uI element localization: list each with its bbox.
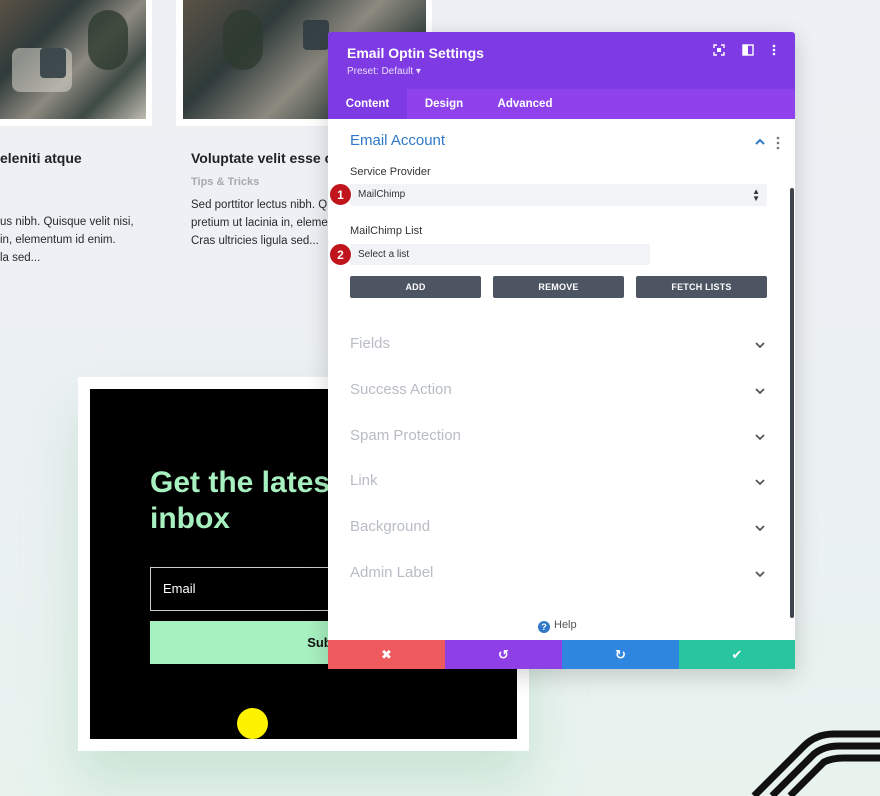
preset-dropdown[interactable]: Preset: Default ▾ [347, 66, 421, 77]
chevron-down-icon[interactable] [754, 431, 766, 443]
post-title[interactable]: Voluptate velit esse c [191, 150, 332, 166]
fetch-lists-button[interactable]: FETCH LISTS [636, 276, 767, 298]
redo-button[interactable]: ↻ [562, 640, 679, 669]
service-provider-label: Service Provider [350, 166, 431, 178]
chevron-down-icon[interactable] [754, 385, 766, 397]
help-link[interactable]: ? Help [538, 619, 577, 633]
chevron-up-icon[interactable] [754, 136, 766, 148]
section-fields[interactable]: Fields [350, 335, 390, 352]
post-title[interactable]: eleniti atque [0, 150, 82, 166]
section-more-icon[interactable] [775, 136, 781, 150]
mailchimp-list-select[interactable]: Select a list [350, 244, 650, 265]
post-excerpt-line: us nibh. Quisque velit nisi, [0, 216, 134, 228]
panel-title: Email Optin Settings [347, 45, 484, 61]
section-success-action[interactable]: Success Action [350, 381, 452, 398]
focus-icon[interactable] [711, 44, 727, 60]
select-arrows-icon: ▲ ▼ [752, 187, 760, 203]
more-vertical-icon[interactable] [766, 44, 782, 60]
tab-content[interactable]: Content [328, 89, 407, 119]
blog-card-image[interactable] [0, 0, 146, 119]
section-link[interactable]: Link [350, 472, 378, 489]
undo-button[interactable]: ↺ [445, 640, 562, 669]
split-view-icon[interactable] [740, 44, 756, 60]
save-button[interactable]: ✔ [679, 640, 795, 669]
post-excerpt-line: Sed porttitor lectus nibh. Q [191, 199, 328, 211]
panel-header[interactable]: Email Optin Settings Preset: Default ▾ [328, 32, 795, 89]
service-provider-select[interactable]: MailChimp ▲ ▼ [350, 184, 767, 206]
chevron-down-icon[interactable] [754, 476, 766, 488]
step-marker-2: 2 [329, 243, 352, 266]
mailchimp-list-label: MailChimp List [350, 225, 423, 237]
step-marker-1: 1 [329, 183, 352, 206]
section-email-account-title[interactable]: Email Account [350, 132, 445, 149]
section-spam-protection[interactable]: Spam Protection [350, 427, 461, 444]
email-optin-settings-panel: Email Optin Settings Preset: Default ▾ C… [328, 32, 795, 669]
panel-scrollbar[interactable] [790, 188, 794, 618]
post-excerpt-line: la sed... [0, 252, 41, 264]
chevron-down-icon[interactable] [754, 568, 766, 580]
settings-tabs: Content Design Advanced [328, 89, 795, 119]
decorative-lines [751, 730, 880, 796]
tab-advanced[interactable]: Advanced [481, 89, 569, 119]
chevron-down-icon[interactable] [754, 339, 766, 351]
help-label: Help [554, 619, 577, 631]
panel-footer: ✖ ↺ ↻ ✔ [328, 640, 795, 669]
chevron-down-icon[interactable] [754, 522, 766, 534]
cursor-highlight [237, 708, 268, 739]
service-provider-value: MailChimp [358, 189, 406, 200]
post-excerpt-line: Cras ultricies ligula sed... [191, 235, 319, 247]
post-excerpt-line: in, elementum id enim. [0, 234, 116, 246]
add-button[interactable]: ADD [350, 276, 481, 298]
post-excerpt-line: pretium ut lacinia in, elemen [191, 217, 335, 229]
post-category[interactable]: Tips & Tricks [191, 176, 259, 188]
remove-button[interactable]: REMOVE [493, 276, 624, 298]
optin-heading: Get the lates inbox [150, 466, 331, 535]
blog-card-left [0, 0, 152, 126]
help-icon: ? [538, 621, 550, 633]
tab-design[interactable]: Design [407, 89, 481, 119]
section-admin-label[interactable]: Admin Label [350, 564, 433, 581]
cancel-button[interactable]: ✖ [328, 640, 445, 669]
section-background[interactable]: Background [350, 518, 430, 535]
